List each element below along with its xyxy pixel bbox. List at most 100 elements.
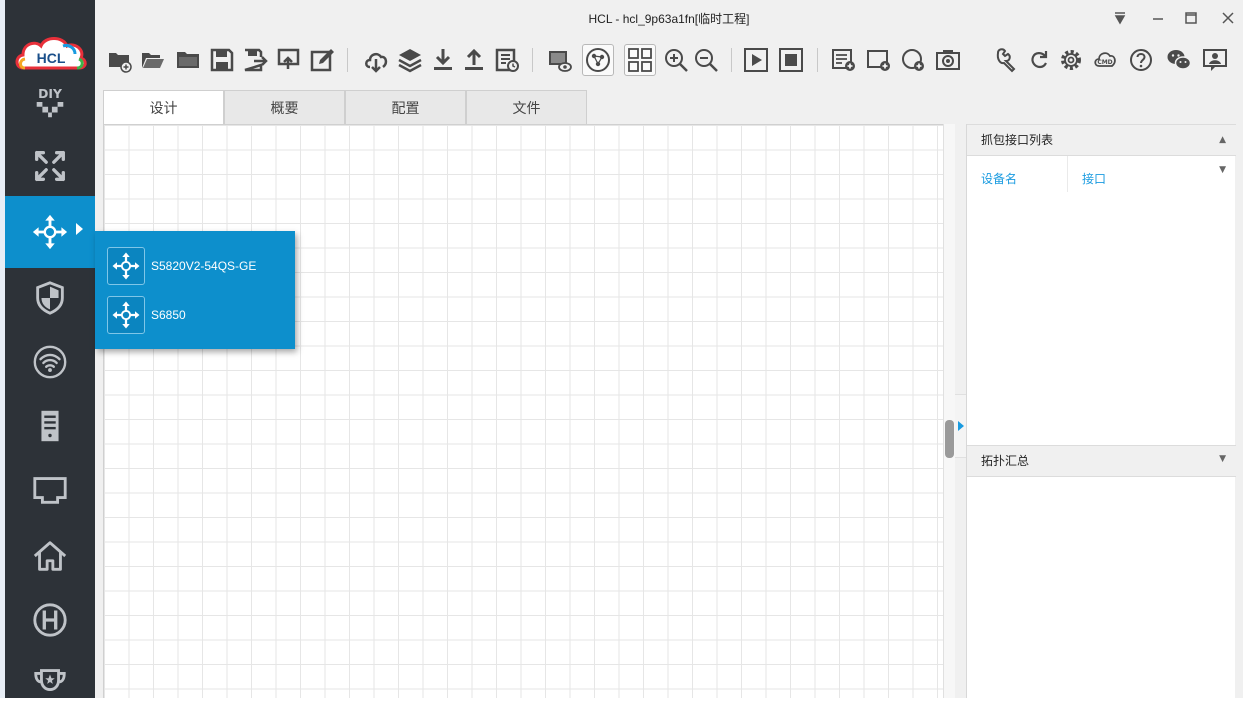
view-tabs: 设计 概要 配置 文件 <box>103 90 587 124</box>
topology-summary-header[interactable]: 拓扑汇总 ▼ <box>967 445 1236 477</box>
add-list-button[interactable] <box>828 44 860 76</box>
layers-button[interactable] <box>394 44 426 76</box>
svg-text:CMD: CMD <box>1097 59 1112 66</box>
edit-icon <box>310 49 334 72</box>
start-all-icon <box>744 48 768 72</box>
maximize-button[interactable] <box>1178 6 1204 30</box>
switch-icon <box>112 252 140 280</box>
cloud-download-button[interactable] <box>360 44 392 76</box>
device-sidebar: HCL DIY <box>5 0 95 698</box>
download-button[interactable] <box>427 44 459 76</box>
sidebar-item-h3c[interactable] <box>5 588 95 652</box>
save-as-icon <box>244 48 268 72</box>
logo-text: HCL <box>37 50 66 66</box>
refresh-button[interactable] <box>1023 44 1055 76</box>
sidebar-item-trophy[interactable] <box>5 650 95 714</box>
zoom-in-button[interactable] <box>660 44 692 76</box>
router-icon <box>35 151 65 181</box>
layers-icon <box>398 49 422 73</box>
log-icon <box>495 48 519 72</box>
refresh-icon <box>1031 51 1048 69</box>
help-button[interactable] <box>1125 44 1157 76</box>
right-panel: 抓包接口列表 ▲ ▼ 设备名 接口 拓扑汇总 ▼ <box>966 124 1236 698</box>
wechat-button[interactable] <box>1163 44 1195 76</box>
add-list-icon <box>832 49 855 71</box>
tab-files[interactable]: 文件 <box>466 90 587 124</box>
expand-down-icon[interactable]: ▼ <box>1219 444 1226 474</box>
title-bar: HCL - hcl_9p63a1fn[临时工程] <box>95 0 1243 36</box>
stop-all-button[interactable] <box>775 44 807 76</box>
log-button[interactable] <box>491 44 523 76</box>
minimize-button[interactable] <box>1145 6 1171 30</box>
upload-icon <box>465 48 483 70</box>
sidebar-item-switch[interactable] <box>5 196 95 268</box>
cmd-button[interactable]: CMD <box>1089 44 1121 76</box>
import-button[interactable] <box>272 44 304 76</box>
device-option-s5820v2[interactable]: S5820V2-54QS-GE <box>107 247 293 285</box>
minimize-icon <box>1153 18 1163 20</box>
h-logo-icon <box>33 603 67 637</box>
edit-button[interactable] <box>306 44 338 76</box>
svg-text:DIY: DIY <box>38 87 63 101</box>
sidebar-item-server[interactable] <box>5 394 95 458</box>
column-device-name[interactable]: 设备名 <box>981 170 1017 187</box>
user-feedback-button[interactable] <box>1199 44 1231 76</box>
grid-icon <box>628 48 652 72</box>
tab-config[interactable]: 配置 <box>345 90 466 124</box>
save-button[interactable] <box>206 44 238 76</box>
device-option-s6850[interactable]: S6850 <box>107 296 293 334</box>
start-all-button[interactable] <box>740 44 772 76</box>
column-interface[interactable]: 接口 <box>1082 170 1106 187</box>
canvas-scrollbar[interactable] <box>943 124 955 698</box>
scrollbar-thumb[interactable] <box>945 420 954 458</box>
server-icon <box>41 410 59 442</box>
new-project-button[interactable] <box>104 44 136 76</box>
switch-icon <box>112 301 140 329</box>
camera-button[interactable] <box>932 44 964 76</box>
monitor-icon <box>33 477 67 504</box>
tools-button[interactable] <box>991 44 1023 76</box>
topology-icon <box>586 48 610 72</box>
add-frame-button[interactable] <box>863 44 895 76</box>
toolbar-separator <box>817 48 818 72</box>
open-project-button[interactable] <box>137 44 169 76</box>
workspace: 设计 概要 配置 文件 抓包接口列表 ▲ ▼ 设备名 接口 拓扑汇总 ▼ <box>95 84 1243 698</box>
grid-toggle-button[interactable] <box>624 44 656 76</box>
expand-caret-icon <box>76 223 83 235</box>
sidebar-item-firewall[interactable] <box>5 266 95 330</box>
close-button[interactable] <box>1215 6 1241 30</box>
upload-button[interactable] <box>458 44 490 76</box>
trophy-icon <box>34 669 66 692</box>
screenshot-view-icon <box>549 51 572 72</box>
zoom-out-button[interactable] <box>690 44 722 76</box>
topology-button[interactable] <box>582 44 614 76</box>
screenshot-view-button[interactable] <box>543 44 575 76</box>
wechat-icon <box>1167 50 1192 70</box>
sidebar-item-wireless[interactable] <box>5 330 95 394</box>
settings-button[interactable] <box>1055 44 1087 76</box>
close-icon <box>1222 12 1234 24</box>
sidebar-item-diy[interactable]: DIY <box>5 70 95 134</box>
toolbar-separator <box>347 48 348 72</box>
stop-all-icon <box>779 48 803 72</box>
zoom-in-icon <box>665 49 688 72</box>
switch-icon <box>32 214 68 250</box>
open-folder-button[interactable] <box>172 44 204 76</box>
tab-design[interactable]: 设计 <box>103 90 224 124</box>
topology-canvas[interactable] <box>103 124 945 698</box>
topology-summary-title: 拓扑汇总 <box>981 454 1030 468</box>
menu-dropdown-button[interactable] <box>1107 6 1133 30</box>
collapse-up-icon[interactable]: ▲ ▼ <box>1219 125 1226 185</box>
sidebar-item-router[interactable] <box>5 134 95 198</box>
toolbar-separator <box>532 48 533 72</box>
sidebar-item-terminal[interactable] <box>5 458 95 522</box>
tab-overview[interactable]: 概要 <box>224 90 345 124</box>
home-icon <box>33 541 67 571</box>
add-circle-button[interactable] <box>897 44 929 76</box>
sidebar-item-host[interactable] <box>5 524 95 588</box>
capture-panel-header[interactable]: 抓包接口列表 ▲ ▼ <box>967 124 1236 175</box>
add-circle-icon <box>902 49 924 71</box>
help-icon <box>1130 49 1152 71</box>
save-as-button[interactable] <box>239 44 271 76</box>
dropdown-menu-icon <box>1114 12 1126 25</box>
